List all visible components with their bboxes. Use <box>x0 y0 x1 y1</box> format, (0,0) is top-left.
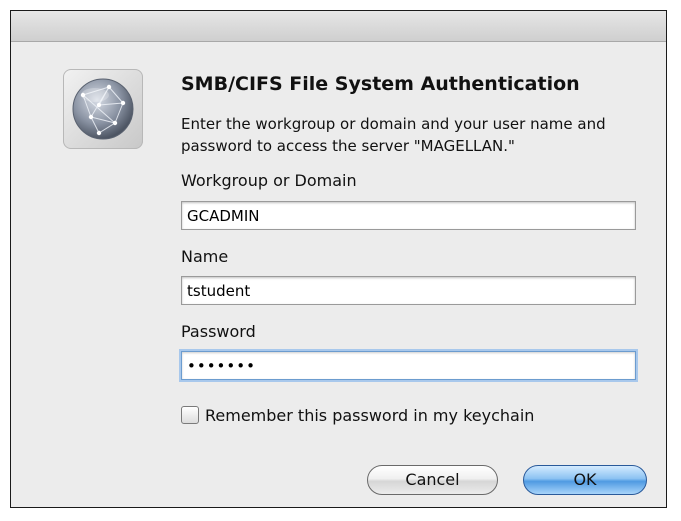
dialog-description: Enter the workgroup or domain and your u… <box>181 115 606 155</box>
ok-button[interactable]: OK <box>523 465 647 495</box>
remember-checkbox[interactable] <box>181 406 199 424</box>
remember-label[interactable]: Remember this password in my keychain <box>205 406 534 425</box>
workgroup-field[interactable] <box>181 201 636 230</box>
name-label: Name <box>181 247 229 266</box>
workgroup-label: Workgroup or Domain <box>181 171 357 190</box>
dialog-titlebar[interactable] <box>11 11 666 42</box>
cancel-button[interactable]: Cancel <box>367 465 498 495</box>
network-globe-icon <box>63 69 143 149</box>
name-field[interactable] <box>181 276 636 305</box>
dialog-title: SMB/CIFS File System Authentication <box>181 73 580 95</box>
globe-icon <box>72 78 134 140</box>
auth-dialog: SMB/CIFS File System Authentication Ente… <box>10 10 667 508</box>
password-label: Password <box>181 322 256 341</box>
remember-row[interactable]: Remember this password in my keychain <box>181 403 534 427</box>
password-field[interactable] <box>181 351 636 380</box>
